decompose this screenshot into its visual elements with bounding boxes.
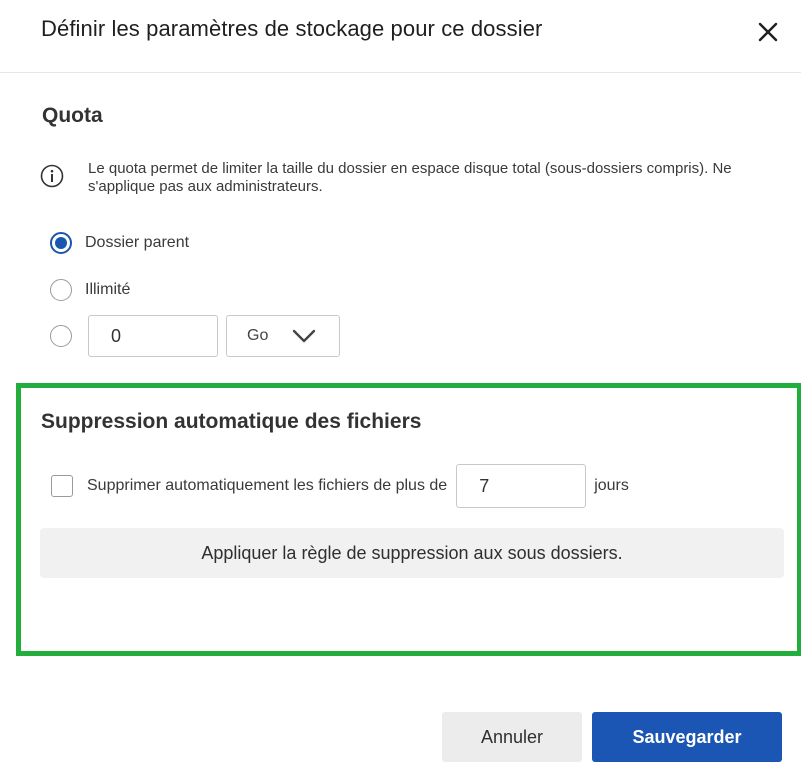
auto-delete-days-input[interactable] xyxy=(456,464,587,508)
quota-unit-select[interactable]: Go xyxy=(226,315,340,357)
auto-delete-section-title: Suppression automatique des fichiers xyxy=(41,410,422,433)
auto-delete-row: Supprimer automatiquement les fichiers d… xyxy=(51,463,629,509)
close-icon xyxy=(758,22,778,42)
quota-info-text: Le quota permet de limiter la taille du … xyxy=(88,160,732,195)
dialog-title: Définir les paramètres de stockage pour … xyxy=(41,16,543,41)
auto-delete-checkbox-label: Supprimer automatiquement les fichiers d… xyxy=(87,477,448,494)
quota-option-parent[interactable]: Dossier parent xyxy=(50,228,189,258)
auto-delete-days-unit: jours xyxy=(594,477,629,494)
auto-delete-checkbox[interactable] xyxy=(51,475,73,497)
quota-unit-value: Go xyxy=(247,327,269,344)
quota-section-title: Quota xyxy=(42,104,103,127)
cancel-button[interactable]: Annuler xyxy=(442,712,582,762)
close-button[interactable] xyxy=(752,16,784,48)
quota-size-input[interactable] xyxy=(88,315,218,357)
radio-label-unlimited: Illimité xyxy=(85,281,131,298)
quota-option-custom[interactable] xyxy=(50,321,72,351)
radio-custom[interactable] xyxy=(50,325,72,347)
chevron-down-icon xyxy=(292,329,316,343)
radio-label-parent-folder: Dossier parent xyxy=(85,234,190,251)
apply-to-subfolders-button[interactable]: Appliquer la règle de suppression aux so… xyxy=(40,528,784,578)
quota-option-unlimited[interactable]: Illimité xyxy=(50,275,130,305)
dialog-header: Définir les paramètres de stockage pour … xyxy=(0,0,801,73)
info-icon xyxy=(40,164,64,188)
save-button[interactable]: Sauvegarder xyxy=(592,712,782,762)
radio-parent-folder[interactable] xyxy=(50,232,72,254)
radio-unlimited[interactable] xyxy=(50,279,72,301)
